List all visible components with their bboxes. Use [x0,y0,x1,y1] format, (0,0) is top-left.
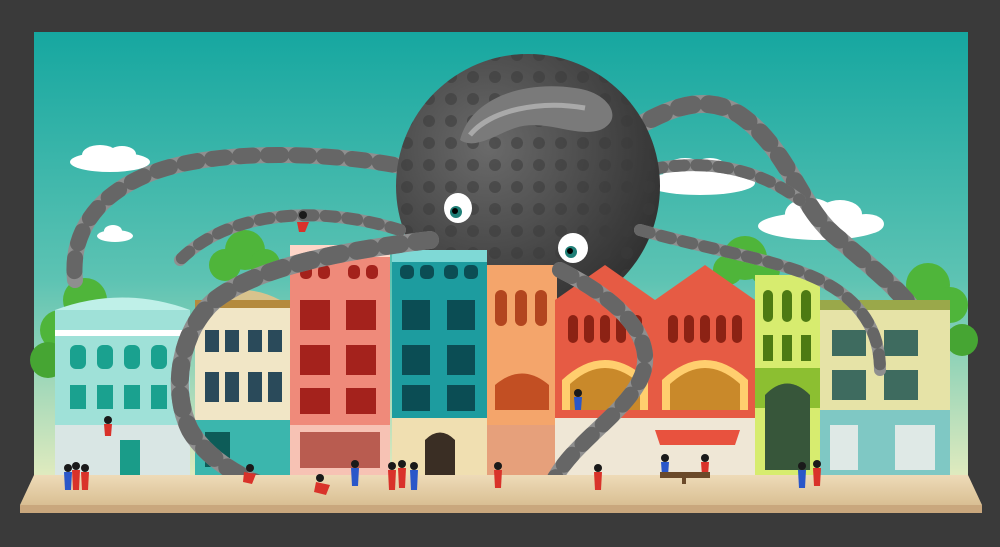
person [594,464,602,490]
person [398,460,406,488]
octopus-city-illustration [20,32,982,513]
building-mint-villa [55,297,190,475]
octopus-eye-left [444,193,472,223]
building-sand-townhouse [820,300,950,475]
person [81,464,89,490]
building-red-hall-right [655,265,755,475]
picture-frame [0,0,1000,547]
person [494,462,502,488]
building-coral-tower [290,245,390,475]
curb [20,505,982,513]
person [813,460,821,486]
octopus-eye-right [558,233,588,263]
person [410,462,418,490]
person [72,462,80,490]
building-teal-tower [392,250,487,475]
person [64,464,72,490]
person [104,416,112,436]
building-salmon-arches [487,265,557,475]
awning [655,430,740,445]
person [388,462,396,490]
person [574,389,582,410]
person [798,462,806,488]
building-lime-house [755,275,820,475]
person [351,460,359,486]
